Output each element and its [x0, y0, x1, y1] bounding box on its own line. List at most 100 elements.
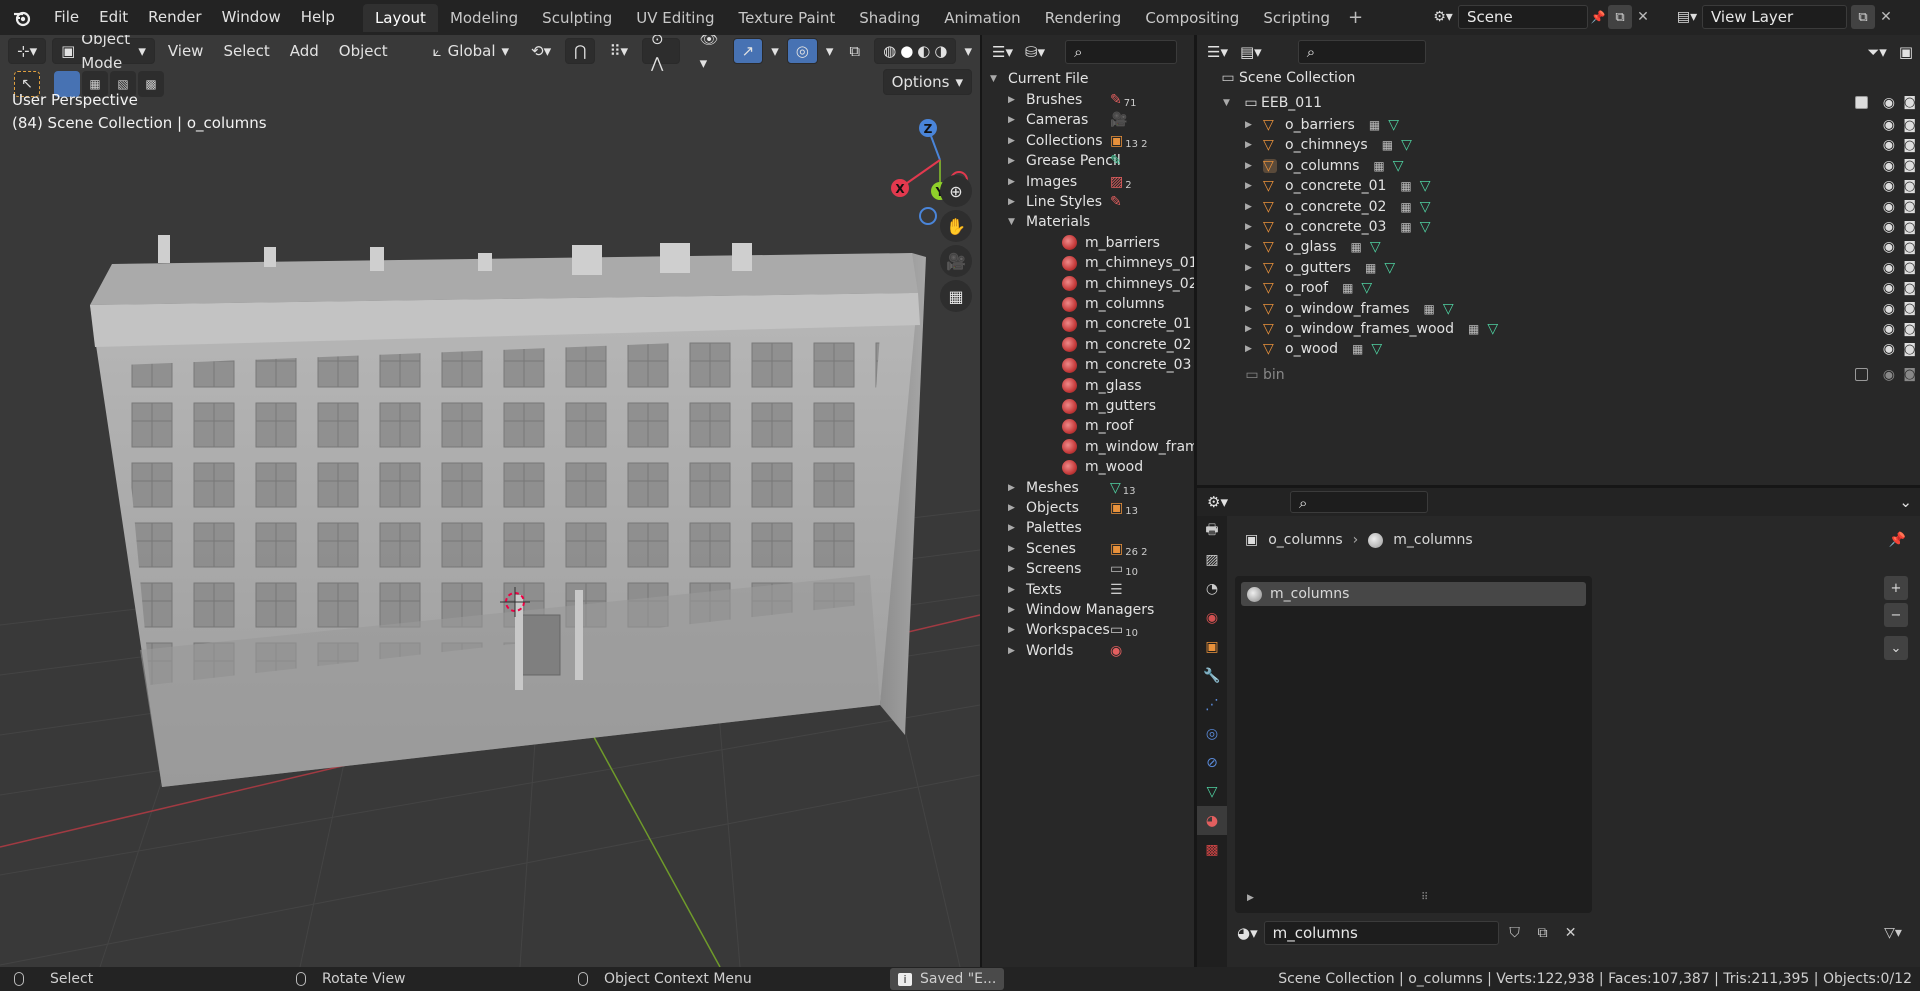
- pivot-point-button[interactable]: ⟲▾: [523, 38, 559, 64]
- chevron-down-icon[interactable]: ⌄: [1891, 489, 1920, 515]
- material-item[interactable]: m_gutters: [1062, 396, 1156, 416]
- camera-icon[interactable]: ◙: [1903, 95, 1916, 110]
- expand-icon[interactable]: ▶: [1008, 641, 1018, 661]
- editor-type-icon[interactable]: ☰▾: [990, 39, 1015, 65]
- expand-icon[interactable]: ▶: [1008, 192, 1018, 212]
- add-slot-icon[interactable]: +: [1884, 576, 1908, 600]
- eye-icon[interactable]: ◉: [1883, 260, 1895, 276]
- eye-icon[interactable]: ◉: [1883, 199, 1895, 215]
- exclude-checkbox[interactable]: [1855, 96, 1868, 109]
- blend-item-line-styles[interactable]: ▶ Line Styles ✎: [1008, 192, 1122, 212]
- blender-logo-icon[interactable]: [0, 0, 44, 35]
- material-item[interactable]: m_wood: [1062, 457, 1143, 477]
- menu-edit[interactable]: Edit: [89, 0, 138, 35]
- particles-tab-icon[interactable]: ⋰: [1197, 690, 1227, 719]
- expand-icon[interactable]: ▶: [1245, 222, 1255, 232]
- outliner-object-row[interactable]: ▶ ▽ o_wood ▦ ▽ ◉ ◙: [1197, 339, 1920, 359]
- eye-icon[interactable]: ◉: [1883, 219, 1895, 235]
- browse-material-icon[interactable]: ◕▾: [1235, 920, 1260, 946]
- camera-icon[interactable]: ◙: [1903, 220, 1916, 235]
- filter-icon[interactable]: ⏷▾: [1865, 39, 1889, 65]
- eye-icon[interactable]: ◉: [1883, 321, 1895, 337]
- scene-field[interactable]: Scene: [1458, 5, 1588, 29]
- modifier-icon[interactable]: ▦: [1424, 302, 1435, 316]
- tab-animation[interactable]: Animation: [932, 4, 1032, 32]
- material-shading-icon[interactable]: ◐: [917, 39, 930, 63]
- outliner-object-row[interactable]: ▶ ▽ o_barriers ▦ ▽ ◉ ◙: [1197, 115, 1920, 135]
- camera-icon[interactable]: ◙: [1903, 367, 1916, 382]
- outliner-object-row[interactable]: ▶ ▽ o_roof ▦ ▽ ◉ ◙: [1197, 278, 1920, 298]
- modifier-tab-icon[interactable]: 🔧: [1197, 661, 1227, 690]
- outliner-object-row[interactable]: ▶ ▽ o_glass ▦ ▽ ◉ ◙: [1197, 237, 1920, 257]
- mesh-data-icon[interactable]: ▽: [1401, 137, 1412, 153]
- blend-item-workspaces[interactable]: ▶ Workspaces ▭ 10: [1008, 620, 1138, 640]
- blend-item-palettes[interactable]: ▶ Palettes: [1008, 518, 1104, 538]
- current-file-row[interactable]: ▼ Current File: [990, 69, 1088, 89]
- material-tab-icon[interactable]: ◕: [1197, 806, 1227, 835]
- mesh-data-icon[interactable]: ▽: [1371, 341, 1382, 357]
- eye-icon[interactable]: ◉: [1883, 117, 1895, 133]
- mesh-data-icon[interactable]: ▽: [1420, 219, 1431, 235]
- render-tab-icon[interactable]: ▨: [1197, 545, 1227, 574]
- shading-buttons[interactable]: ◍ ● ◐ ◑: [874, 38, 957, 64]
- expand-icon[interactable]: ▶: [1008, 498, 1018, 518]
- expand-icon[interactable]: ▶: [1008, 151, 1018, 171]
- expand-icon[interactable]: ▶: [1008, 620, 1018, 640]
- overlay-dropdown[interactable]: ▾: [824, 38, 836, 64]
- tab-rendering[interactable]: Rendering: [1033, 4, 1134, 32]
- gizmo-toggle[interactable]: ↗: [732, 38, 764, 64]
- expand-icon[interactable]: ▶: [1008, 559, 1018, 579]
- modifier-icon[interactable]: ▦: [1352, 342, 1363, 356]
- view-layer-field[interactable]: View Layer: [1702, 5, 1847, 29]
- visibility-dropdown[interactable]: 👁▾: [692, 35, 727, 72]
- mesh-data-icon[interactable]: ▽: [1388, 117, 1399, 133]
- modifier-icon[interactable]: ▦: [1400, 179, 1411, 193]
- rendered-shading-icon[interactable]: ◑: [934, 39, 947, 63]
- expand-icon[interactable]: ▶: [1008, 110, 1018, 130]
- menu-file[interactable]: File: [44, 0, 89, 35]
- remove-slot-icon[interactable]: −: [1884, 603, 1908, 627]
- blend-item-materials[interactable]: ▼ Materials: [1008, 212, 1104, 232]
- camera-icon[interactable]: ◙: [1903, 281, 1916, 296]
- menu-object[interactable]: Object: [332, 38, 395, 64]
- scene-collection-row[interactable]: ▭ Scene Collection: [1197, 65, 1920, 90]
- blend-item-brushes[interactable]: ▶ Brushes ✎ 71: [1008, 90, 1136, 110]
- outliner-object-row[interactable]: ▶ ▽ o_concrete_01 ▦ ▽ ◉ ◙: [1197, 176, 1920, 196]
- texture-tab-icon[interactable]: ▩: [1197, 835, 1227, 864]
- exclude-checkbox[interactable]: [1855, 368, 1868, 381]
- modifier-icon[interactable]: ▦: [1400, 200, 1411, 214]
- material-item[interactable]: m_roof: [1062, 416, 1133, 436]
- blend-item-grease-pencil[interactable]: ▶ Grease Pencil ✎: [1008, 151, 1122, 171]
- expand-icon[interactable]: ▶: [1245, 304, 1255, 314]
- material-item[interactable]: m_chimneys_02: [1062, 274, 1194, 294]
- expand-icon[interactable]: ▶: [1008, 539, 1018, 559]
- camera-icon[interactable]: ◙: [1903, 301, 1916, 316]
- collection-bin-row[interactable]: ▭ bin ◉ ◙: [1197, 362, 1920, 387]
- eye-icon[interactable]: ◉: [1883, 301, 1895, 317]
- camera-icon[interactable]: ◙: [1903, 138, 1916, 153]
- expand-icon[interactable]: ▶: [1008, 172, 1018, 192]
- camera-icon[interactable]: ◙: [1903, 240, 1916, 255]
- link-type-icon[interactable]: ▽▾: [1881, 925, 1905, 941]
- menu-window[interactable]: Window: [212, 0, 291, 35]
- tab-modeling[interactable]: Modeling: [438, 4, 530, 32]
- snap-toggle[interactable]: ⋂: [565, 38, 596, 64]
- saved-report[interactable]: i Saved "E...: [890, 968, 1005, 990]
- mesh-data-icon[interactable]: ▽: [1361, 280, 1372, 296]
- expand-icon[interactable]: ▼: [1223, 98, 1233, 108]
- blend-item-texts[interactable]: ▶ Texts ☰: [1008, 580, 1123, 600]
- expand-icon[interactable]: ▶: [1247, 893, 1254, 903]
- solid-shading-icon[interactable]: ●: [900, 39, 913, 63]
- modifier-icon[interactable]: ▦: [1351, 240, 1362, 254]
- menu-view[interactable]: View: [161, 38, 211, 64]
- expand-icon[interactable]: ▶: [1245, 181, 1255, 191]
- viewport-scene[interactable]: [0, 35, 980, 967]
- editor-type-icon[interactable]: ☰▾: [1205, 39, 1230, 65]
- pan-hand-icon[interactable]: ✋: [940, 210, 972, 242]
- modifier-icon[interactable]: ▦: [1365, 261, 1376, 275]
- mode-dropdown[interactable]: ▣ Object Mode ▾: [52, 35, 155, 72]
- blend-item-collections[interactable]: ▶ Collections ▣ 13 2: [1008, 131, 1148, 151]
- eye-icon[interactable]: ◉: [1883, 95, 1895, 111]
- expand-icon[interactable]: ▶: [1245, 140, 1255, 150]
- outliner-object-row[interactable]: ▶ ▽ o_columns ▦ ▽ ◉ ◙: [1197, 156, 1920, 176]
